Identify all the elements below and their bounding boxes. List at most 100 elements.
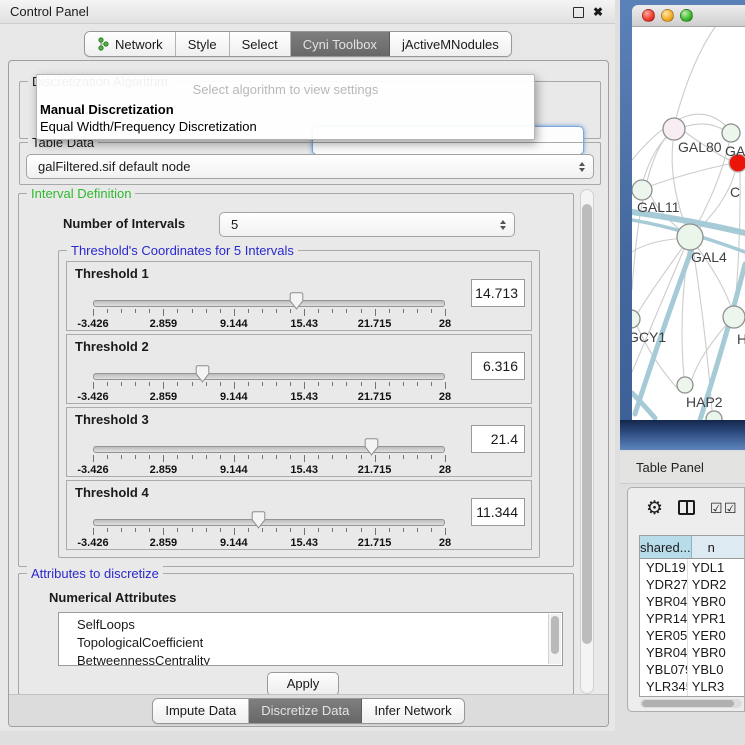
table-row[interactable]: YDR27...YDR2 <box>640 576 744 593</box>
cell-name[interactable]: YDR2 <box>688 576 744 593</box>
cell-shared-name[interactable]: YPR145W <box>640 610 688 627</box>
minimize-traffic-light-icon[interactable] <box>661 9 674 22</box>
table-row[interactable]: YBR045CYBR0 <box>640 644 744 661</box>
attribute-item-topologicalcoefficient[interactable]: TopologicalCoefficient <box>59 634 562 652</box>
attribute-item-selfloops[interactable]: SelfLoops <box>59 616 562 634</box>
column-header-shared-name[interactable]: shared... <box>640 536 692 558</box>
cell-shared-name[interactable]: YBR043C <box>640 593 688 610</box>
threshold-value-field[interactable]: 6.316 <box>471 352 525 380</box>
cell-shared-name[interactable]: YLR345W <box>640 678 688 695</box>
network-node[interactable] <box>706 411 722 420</box>
tick-label: -3.426 <box>77 537 108 549</box>
tick-label: 9.144 <box>220 537 248 549</box>
tick-label: 28 <box>439 464 451 476</box>
slider-track[interactable] <box>93 373 445 380</box>
tab-discretize-data[interactable]: Discretize Data <box>249 699 362 723</box>
panel-scrollbar-thumb[interactable] <box>582 204 592 644</box>
list-scrollbar-thumb[interactable] <box>551 616 559 654</box>
cell-name[interactable]: YER0 <box>688 627 744 644</box>
combo-stepper-icon <box>579 162 585 172</box>
cell-shared-name[interactable]: YER054C <box>640 627 688 644</box>
number-of-intervals-label: Number of Intervals <box>63 216 185 231</box>
dropdown-option-equal-width-frequency[interactable]: Equal Width/Frequency Discretization <box>40 119 257 134</box>
table-row[interactable]: YIL052CYIL0 <box>640 695 744 697</box>
tab-infer-network[interactable]: Infer Network <box>362 699 463 723</box>
slider-track[interactable] <box>93 446 445 453</box>
threshold-slider[interactable]: -3.4262.8599.14415.4321.71528 <box>93 292 445 330</box>
node-attribute-table: shared... n YDL19...YDL1YDR27...YDR2YBR0… <box>639 535 744 697</box>
tick-label: -3.426 <box>77 464 108 476</box>
cell-shared-name[interactable]: YDL19... <box>640 559 688 576</box>
network-node-gal80[interactable] <box>663 118 685 140</box>
slider-thumb[interactable] <box>251 511 266 529</box>
tab-impute-data[interactable]: Impute Data <box>153 699 249 723</box>
table-row[interactable]: YLR345WYLR3 <box>640 678 744 695</box>
threshold-slider[interactable]: -3.4262.8599.14415.4321.71528 <box>93 365 445 403</box>
network-node-h[interactable] <box>723 306 745 328</box>
dropdown-option-manual-discretization[interactable]: Manual Discretization <box>40 102 174 117</box>
tab-cyni-toolbox[interactable]: Cyni Toolbox <box>291 32 390 56</box>
tab-select[interactable]: Select <box>230 32 291 56</box>
cell-shared-name[interactable]: YBL079W <box>640 661 688 678</box>
zoom-traffic-light-icon[interactable] <box>680 9 693 22</box>
network-node-hap2[interactable] <box>677 377 693 393</box>
cell-name[interactable]: YIL0 <box>688 695 744 697</box>
cell-name[interactable]: YPR1 <box>688 610 744 627</box>
threshold-value-field[interactable]: 21.4 <box>471 425 525 453</box>
slider-track[interactable] <box>93 300 445 307</box>
column-header-name[interactable]: n <box>692 536 744 558</box>
bottom-tab-bar: Impute DataDiscretize DataInfer Network <box>152 698 464 724</box>
cell-name[interactable]: YLR3 <box>688 678 744 695</box>
dropdown-hint[interactable]: Select algorithm to view settings <box>37 82 534 97</box>
threshold-value-field[interactable]: 14.713 <box>471 279 525 307</box>
cell-name[interactable]: YBR0 <box>688 593 744 610</box>
table-row[interactable]: YBL079WYBL0 <box>640 661 744 678</box>
slider-thumb[interactable] <box>289 292 304 310</box>
slider-thumb[interactable] <box>195 365 210 383</box>
close-traffic-light-icon[interactable] <box>642 9 655 22</box>
tab-style[interactable]: Style <box>176 32 230 56</box>
gear-icon[interactable]: ⚙ <box>646 496 663 522</box>
table-row[interactable]: YER054CYER0 <box>640 627 744 644</box>
tick-label: 9.144 <box>220 464 248 476</box>
tab-label: Network <box>115 37 163 52</box>
slider-track[interactable] <box>93 519 445 526</box>
tab-jactivemnodules[interactable]: jActiveMNodules <box>390 32 511 56</box>
cell-name[interactable]: YBR0 <box>688 644 744 661</box>
tab-network[interactable]: Network <box>85 32 176 56</box>
table-row[interactable]: YPR145WYPR1 <box>640 610 744 627</box>
panel-vertical-scrollbar[interactable] <box>580 189 594 694</box>
network-node-gal11[interactable] <box>632 180 652 200</box>
table-data-combobox[interactable]: galFiltered.sif default node <box>26 154 594 179</box>
close-icon[interactable]: ✖ <box>593 6 603 18</box>
cell-shared-name[interactable]: YDR27... <box>640 576 688 593</box>
checkbox-icon[interactable]: ☑ <box>710 501 723 515</box>
float-window-icon[interactable] <box>573 7 584 18</box>
apply-button[interactable]: Apply <box>267 672 339 696</box>
cell-shared-name[interactable]: YBR045C <box>640 644 688 661</box>
cell-name[interactable]: YBL0 <box>688 661 744 678</box>
network-node-gal4[interactable] <box>677 224 703 250</box>
network-canvas[interactable]: GAL80GACGAL11GAL4GCY1HHAP2 <box>632 27 745 420</box>
threshold-value-field[interactable]: 11.344 <box>471 498 525 526</box>
cell-shared-name[interactable]: YIL052C <box>640 695 688 697</box>
bottom-tab-strip: Impute DataDiscretize DataInfer Network <box>9 694 608 726</box>
table-row[interactable]: YDL19...YDL1 <box>640 559 744 576</box>
checkbox-icon[interactable]: ☑ <box>724 501 737 515</box>
network-node-gcy1[interactable] <box>632 310 640 328</box>
slider-thumb[interactable] <box>364 438 379 456</box>
number-of-intervals-spinner[interactable]: 5 <box>219 212 515 237</box>
threshold-slider[interactable]: -3.4262.8599.14415.4321.71528 <box>93 438 445 476</box>
table-row[interactable]: YBR043CYBR0 <box>640 593 744 610</box>
attribute-item-betweennesscentrality[interactable]: BetweennessCentrality <box>59 652 562 666</box>
threshold-slider[interactable]: -3.4262.8599.14415.4321.71528 <box>93 511 445 549</box>
table-scrollbar-thumb[interactable] <box>642 700 734 707</box>
split-view-icon[interactable] <box>678 500 695 515</box>
table-panel: ⚙ ☑ ☑ shared... n YDL19...YDL1YDR27...YD… <box>627 487 745 712</box>
list-scrollbar[interactable] <box>548 614 561 664</box>
tick-label: 28 <box>439 537 451 549</box>
table-horizontal-scrollbar[interactable] <box>640 699 742 708</box>
cell-name[interactable]: YDL1 <box>688 559 744 576</box>
tick-label: -3.426 <box>77 391 108 403</box>
network-node-ga[interactable] <box>722 124 740 142</box>
